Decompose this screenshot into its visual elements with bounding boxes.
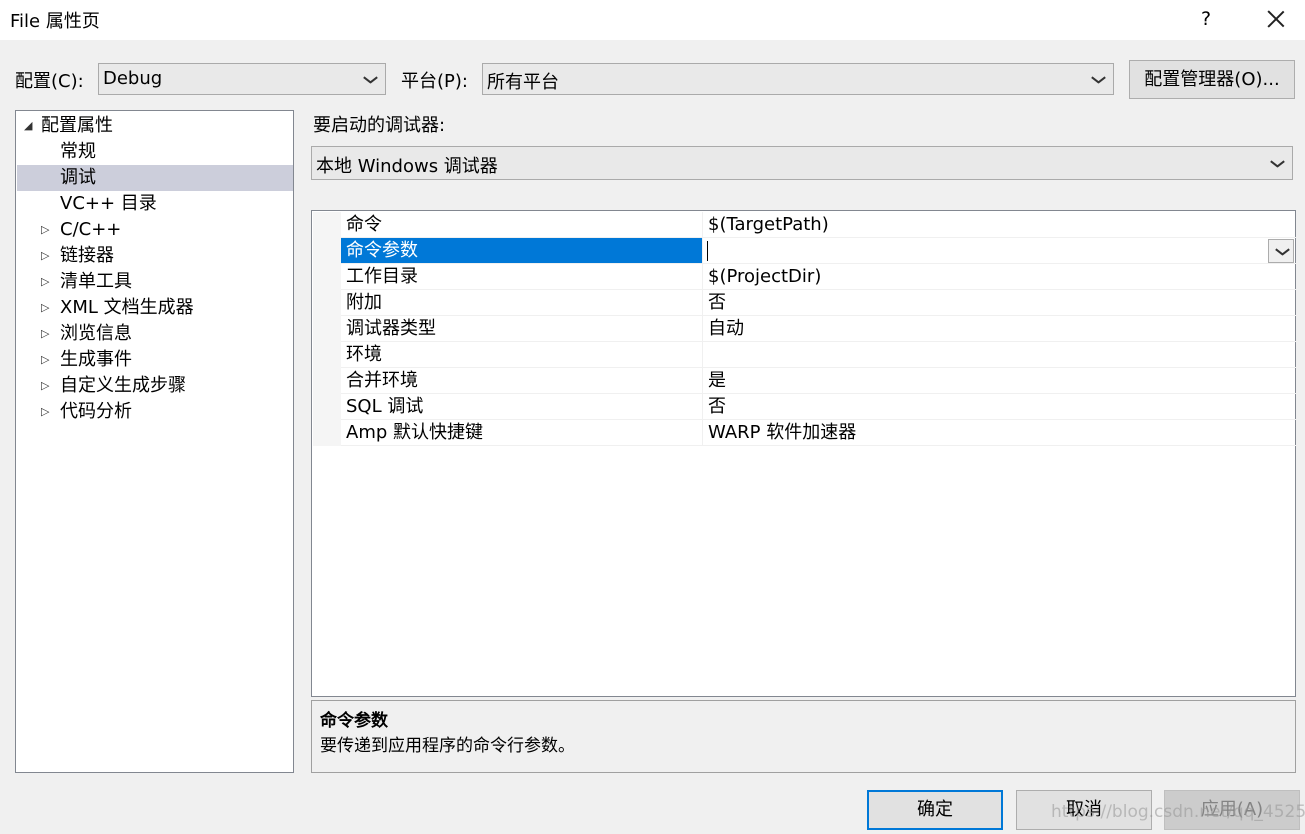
- property-name: 附加: [341, 290, 703, 315]
- tree-item-vc-directories[interactable]: VC++ 目录: [17, 191, 293, 217]
- property-value[interactable]: [704, 342, 1296, 367]
- tree-item-label: 清单工具: [60, 271, 132, 292]
- tree-item-build-events[interactable]: ▷ 生成事件: [17, 347, 293, 373]
- description-title: 命令参数: [320, 711, 388, 731]
- description-text: 要传递到应用程序的命令行参数。: [320, 736, 575, 756]
- expand-triangle-icon[interactable]: ▷: [41, 269, 49, 295]
- expand-triangle-icon[interactable]: ▷: [41, 347, 49, 373]
- description-panel: 命令参数 要传递到应用程序的命令行参数。: [311, 700, 1296, 773]
- platform-label: 平台(P):: [401, 71, 468, 92]
- property-name: 环境: [341, 342, 703, 367]
- config-dropdown[interactable]: Debug: [98, 63, 386, 95]
- expand-triangle-icon[interactable]: ▷: [41, 373, 49, 399]
- watermark-text: https://blog.csdn.net/qq_45253797: [1051, 802, 1305, 822]
- property-row-working-directory[interactable]: 工作目录 $(ProjectDir): [341, 264, 1296, 290]
- chevron-down-icon: [1270, 159, 1284, 169]
- property-row-command[interactable]: 命令 $(TargetPath): [341, 212, 1296, 238]
- expand-triangle-icon[interactable]: ▷: [41, 217, 49, 243]
- tree-item-label: XML 文档生成器: [60, 297, 194, 318]
- tree-item-config-properties[interactable]: ◢ 配置属性: [17, 113, 293, 139]
- expand-triangle-icon[interactable]: ▷: [41, 243, 49, 269]
- property-grid: 命令 $(TargetPath) 命令参数 工作目录 $(ProjectDir)…: [311, 210, 1296, 697]
- property-name: Amp 默认快捷键: [341, 420, 703, 445]
- property-name: 命令: [341, 212, 703, 237]
- tree-item-label: 代码分析: [60, 401, 132, 422]
- property-row-amp-default-accelerator[interactable]: Amp 默认快捷键 WARP 软件加速器: [341, 420, 1296, 446]
- property-name: SQL 调试: [341, 394, 703, 419]
- command-arguments-input[interactable]: [704, 238, 1296, 263]
- tree-item-debugging[interactable]: 调试: [17, 165, 293, 191]
- expand-triangle-icon[interactable]: ▷: [41, 399, 49, 425]
- chevron-down-icon: [1275, 247, 1289, 257]
- window-title: File 属性页: [10, 11, 100, 32]
- property-name: 命令参数: [341, 238, 703, 263]
- platform-dropdown[interactable]: 所有平台: [482, 63, 1114, 95]
- tree-item-label: 自定义生成步骤: [60, 375, 186, 396]
- tree-item-label: 链接器: [60, 245, 114, 266]
- property-name: 调试器类型: [341, 316, 703, 341]
- expand-triangle-icon[interactable]: ▷: [41, 321, 49, 347]
- expanded-triangle-icon[interactable]: ◢: [24, 113, 32, 139]
- property-value[interactable]: 否: [704, 394, 1296, 419]
- property-tree: ◢ 配置属性 常规 调试 VC++ 目录 ▷ C/C++ ▷ 链接器 ▷ 清单工…: [15, 110, 294, 773]
- property-row-merge-environment[interactable]: 合并环境 是: [341, 368, 1296, 394]
- property-row-debugger-type[interactable]: 调试器类型 自动: [341, 316, 1296, 342]
- debugger-dropdown[interactable]: 本地 Windows 调试器: [311, 146, 1293, 180]
- property-row-sql-debugging[interactable]: SQL 调试 否: [341, 394, 1296, 420]
- config-label: 配置(C):: [15, 71, 84, 92]
- ok-button[interactable]: 确定: [867, 790, 1003, 830]
- property-value[interactable]: 自动: [704, 316, 1296, 341]
- property-value[interactable]: $(TargetPath): [704, 212, 1296, 237]
- property-row-command-arguments[interactable]: 命令参数: [341, 238, 1296, 264]
- title-bar: File 属性页 ?: [0, 0, 1305, 40]
- platform-value: 所有平台: [487, 72, 559, 93]
- config-value: Debug: [103, 68, 163, 89]
- tree-item-browse-info[interactable]: ▷ 浏览信息: [17, 321, 293, 347]
- close-icon[interactable]: [1258, 4, 1294, 34]
- property-value[interactable]: WARP 软件加速器: [704, 420, 1296, 445]
- expand-triangle-icon[interactable]: ▷: [41, 295, 49, 321]
- text-caret: [707, 241, 708, 261]
- tree-item-general[interactable]: 常规: [17, 139, 293, 165]
- debugger-value: 本地 Windows 调试器: [316, 156, 498, 177]
- tree-item-label: C/C++: [60, 219, 122, 240]
- tree-item-label: 浏览信息: [60, 323, 132, 344]
- chevron-down-icon: [1091, 75, 1105, 85]
- tree-item-custom-build-step[interactable]: ▷ 自定义生成步骤: [17, 373, 293, 399]
- help-button[interactable]: ?: [1188, 4, 1224, 34]
- tree-item-label: 调试: [60, 167, 96, 188]
- tree-item-cpp[interactable]: ▷ C/C++: [17, 217, 293, 243]
- property-name: 工作目录: [341, 264, 703, 289]
- tree-item-linker[interactable]: ▷ 链接器: [17, 243, 293, 269]
- property-row-attach[interactable]: 附加 否: [341, 290, 1296, 316]
- tree-item-code-analysis[interactable]: ▷ 代码分析: [17, 399, 293, 425]
- property-value[interactable]: 否: [704, 290, 1296, 315]
- property-name: 合并环境: [341, 368, 703, 393]
- tree-item-label: 配置属性: [41, 115, 113, 136]
- tree-item-manifest-tool[interactable]: ▷ 清单工具: [17, 269, 293, 295]
- config-manager-button[interactable]: 配置管理器(O)...: [1129, 60, 1295, 99]
- property-value[interactable]: $(ProjectDir): [704, 264, 1296, 289]
- debugger-label: 要启动的调试器:: [313, 115, 446, 136]
- grid-gutter: [313, 212, 341, 446]
- tree-item-xml-doc-generator[interactable]: ▷ XML 文档生成器: [17, 295, 293, 321]
- property-row-environment[interactable]: 环境: [341, 342, 1296, 368]
- tree-item-label: VC++ 目录: [60, 193, 157, 214]
- property-value[interactable]: 是: [704, 368, 1296, 393]
- value-dropdown-button[interactable]: [1268, 239, 1294, 263]
- tree-item-label: 生成事件: [60, 349, 132, 370]
- chevron-down-icon: [363, 75, 377, 85]
- tree-item-label: 常规: [60, 141, 96, 162]
